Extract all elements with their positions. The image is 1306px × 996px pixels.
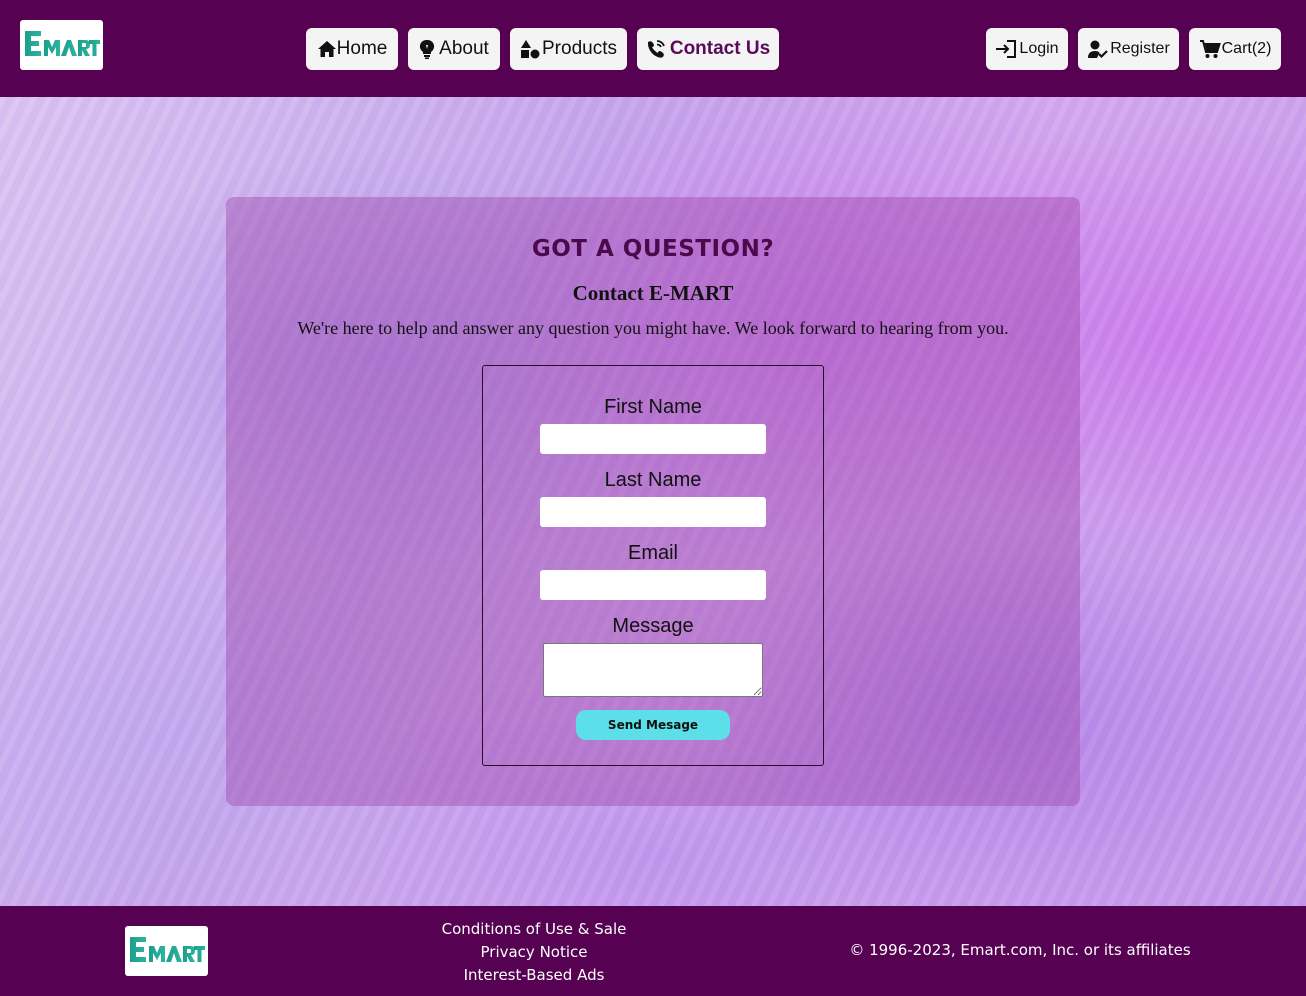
cart-label: Cart(2) — [1221, 40, 1272, 57]
message-label: Message — [612, 615, 694, 637]
shapes-icon — [520, 39, 540, 59]
email-label: Email — [627, 542, 678, 564]
user-check-icon — [1087, 39, 1109, 59]
contact-subtitle: Contact E-MART — [572, 281, 734, 305]
footer-links: Conditions of Use & Sale Privacy Notice … — [434, 918, 634, 987]
first-name-label: First Name — [604, 396, 702, 418]
login-button[interactable]: Login — [986, 28, 1068, 70]
emart-logo-icon — [24, 31, 100, 56]
nav-home-label: Home — [336, 38, 388, 59]
login-icon — [995, 39, 1017, 59]
nav-contact-button[interactable]: Contact Us — [637, 28, 779, 70]
lightbulb-icon — [419, 39, 435, 59]
nav-about-button[interactable]: About — [408, 28, 500, 70]
login-label: Login — [1019, 40, 1059, 57]
emart-logo[interactable] — [20, 20, 103, 70]
emart-logo-icon — [129, 937, 205, 962]
footer-emart-logo[interactable] — [125, 926, 208, 976]
first-name-input[interactable] — [540, 424, 766, 454]
footer-link-conditions[interactable]: Conditions of Use & Sale — [434, 918, 634, 941]
cart-icon — [1199, 39, 1221, 59]
nav-products-label: Products — [542, 38, 617, 59]
send-message-button[interactable]: Send Mesage — [576, 710, 730, 740]
navbar: Home About Products Contact Us Login Reg… — [0, 0, 1306, 97]
home-icon — [317, 40, 337, 58]
last-name-input[interactable] — [540, 497, 766, 527]
nav-about-label: About — [439, 38, 489, 59]
contact-description: We're here to help and answer any questi… — [297, 318, 1009, 338]
nav-products-button[interactable]: Products — [510, 28, 627, 70]
footer-link-privacy[interactable]: Privacy Notice — [434, 941, 634, 964]
footer: Conditions of Use & Sale Privacy Notice … — [0, 906, 1306, 996]
last-name-label: Last Name — [604, 469, 702, 491]
cart-button[interactable]: Cart(2) — [1189, 28, 1281, 70]
register-label: Register — [1110, 40, 1170, 57]
page-title: GOT A QUESTION? — [531, 236, 775, 262]
phone-contact-icon — [646, 39, 668, 59]
copyright-text: © 1996-2023, Emart.com, Inc. or its affi… — [849, 941, 1191, 959]
email-input[interactable] — [540, 570, 766, 600]
nav-home-button[interactable]: Home — [306, 28, 398, 70]
register-button[interactable]: Register — [1078, 28, 1179, 70]
message-textarea[interactable] — [543, 643, 763, 697]
footer-link-ads[interactable]: Interest-Based Ads — [434, 964, 634, 987]
nav-contact-label: Contact Us — [669, 38, 771, 59]
